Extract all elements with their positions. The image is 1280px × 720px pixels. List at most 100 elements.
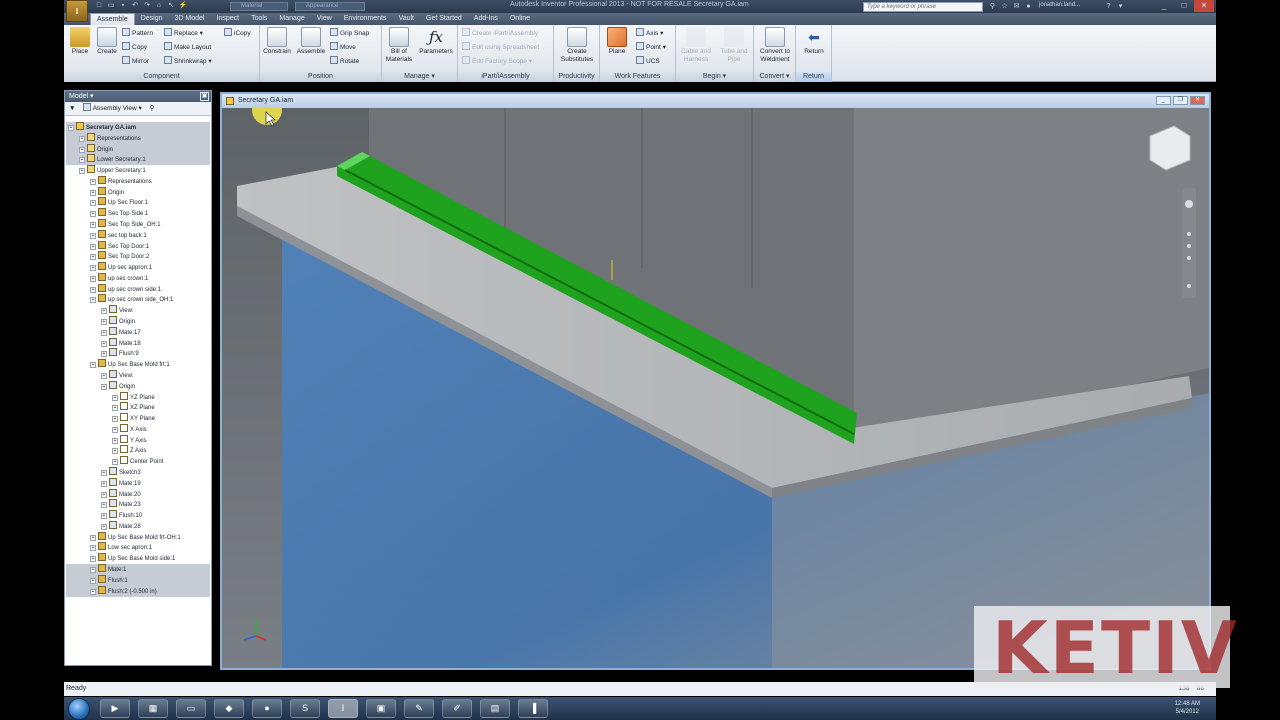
tree-node[interactable]: + Flush:9 <box>101 348 139 359</box>
expand-icon[interactable]: + <box>90 286 96 293</box>
expand-icon[interactable]: + <box>101 513 107 520</box>
mirror-button[interactable]: Mirror <box>122 56 149 67</box>
expand-icon[interactable]: + <box>79 146 85 153</box>
expand-icon[interactable]: + <box>90 556 96 563</box>
axis-button[interactable]: Axis ▾ <box>636 28 663 39</box>
tab-view[interactable]: View <box>311 13 338 25</box>
expand-icon[interactable]: + <box>90 200 96 207</box>
tree-node[interactable]: + Sec Top Door:2 <box>90 251 149 262</box>
user-icon[interactable]: ● <box>1024 2 1033 11</box>
skype-icon[interactable]: S <box>290 699 320 718</box>
expand-icon[interactable]: + <box>90 265 96 272</box>
expand-icon[interactable]: + <box>90 178 96 185</box>
expand-icon[interactable]: + <box>90 275 96 282</box>
redo-icon[interactable]: ↷ <box>142 1 152 11</box>
tree-node[interactable]: + Up Sec Base Mold side:1 <box>90 553 175 564</box>
image-viewer-icon[interactable]: ▤ <box>480 699 510 718</box>
media-player-icon[interactable]: ▶ <box>100 699 130 718</box>
expand-icon[interactable]: + <box>101 523 107 530</box>
tree-node[interactable]: + Upper Secretary:1 <box>79 165 146 176</box>
subscription-icon[interactable]: ☆ <box>1000 2 1009 11</box>
zoom-icon[interactable] <box>1187 244 1191 248</box>
tab-3d-model[interactable]: 3D Model <box>169 13 211 25</box>
tree-node[interactable]: + X Axis <box>112 423 147 435</box>
expand-icon[interactable]: + <box>101 383 107 390</box>
expand-icon[interactable]: + <box>79 168 85 175</box>
tab-add-ins[interactable]: Add-Ins <box>468 13 504 25</box>
firefox-icon[interactable]: ● <box>252 699 282 718</box>
tree-node[interactable]: + Low sec apron:1 <box>90 542 152 553</box>
tab-vault[interactable]: Vault <box>393 13 420 25</box>
place-button[interactable]: Place <box>68 27 92 56</box>
expand-icon[interactable]: + <box>101 372 107 379</box>
tab-assemble[interactable]: Assemble <box>90 13 135 25</box>
tree-node[interactable]: + Up sec appron:1 <box>90 262 152 273</box>
minimize-button[interactable]: _ <box>1154 0 1174 12</box>
expand-icon[interactable]: + <box>90 222 96 229</box>
communication-icon[interactable]: ✉ <box>1012 2 1021 11</box>
tree-node[interactable]: + Flush:1 <box>90 574 128 586</box>
assemble-button[interactable]: Assemble <box>296 27 326 56</box>
expand-icon[interactable]: + <box>112 405 118 412</box>
tree-node[interactable]: + Y Axis <box>112 434 147 446</box>
maximize-button[interactable]: □ <box>1174 0 1194 12</box>
expand-icon[interactable]: + <box>101 469 107 476</box>
tab-inspect[interactable]: Inspect <box>211 13 246 25</box>
expand-icon[interactable]: + <box>90 577 96 584</box>
bill-of-materials-button[interactable]: Bill of Materials <box>384 27 414 64</box>
update-icon[interactable]: ⚡ <box>178 1 188 11</box>
expand-icon[interactable]: + <box>90 588 96 595</box>
tree-node[interactable]: + Mate:1 <box>90 563 126 575</box>
inventor-icon[interactable]: I <box>328 699 358 718</box>
user-name[interactable]: jonathan.land... <box>1039 2 1080 8</box>
expand-icon[interactable]: + <box>90 545 96 552</box>
create-substitutes-button[interactable]: Create Substitutes <box>556 27 598 64</box>
expand-icon[interactable]: + <box>79 157 85 164</box>
new-icon[interactable]: □ <box>94 1 104 11</box>
tree-node[interactable]: + YZ Plane <box>112 391 155 403</box>
tab-online[interactable]: Online <box>504 13 536 25</box>
tree-node[interactable]: + Mate:18 <box>101 337 141 349</box>
save-icon[interactable]: ▪ <box>118 1 128 11</box>
expand-icon[interactable]: + <box>90 534 96 541</box>
cable-harness-button[interactable]: Cable and Harness <box>678 27 714 64</box>
tree-node[interactable]: + Sketch3 <box>101 466 141 478</box>
help-search-input[interactable]: Type a keyword or phrase <box>863 2 983 12</box>
filter-icon[interactable]: ▼ <box>69 105 75 112</box>
doc-restore-button[interactable]: ❐ <box>1173 96 1188 105</box>
tab-tools[interactable]: Tools <box>245 13 273 25</box>
pan-icon[interactable] <box>1187 232 1191 236</box>
grip-snap-button[interactable]: Grip Snap <box>330 28 369 39</box>
editor-icon[interactable]: ✐ <box>442 699 472 718</box>
home-icon[interactable]: ⌂ <box>154 1 164 11</box>
expand-icon[interactable]: + <box>68 125 74 131</box>
tab-environments[interactable]: Environments <box>338 13 393 25</box>
return-button[interactable]: ⬅ Return <box>798 27 830 56</box>
tree-node[interactable]: + Origin <box>90 186 124 198</box>
tree-node[interactable]: + Lower Secretary:1 <box>79 154 146 165</box>
convert-to-weldment-button[interactable]: Convert to Weldment <box>755 27 795 64</box>
undo-icon[interactable]: ↶ <box>130 1 140 11</box>
notes-icon[interactable]: ✎ <box>404 699 434 718</box>
replace-button[interactable]: Replace ▾ <box>164 28 203 39</box>
tree-node[interactable]: + Up Sec Floor:1 <box>90 197 148 208</box>
expand-icon[interactable]: + <box>90 189 96 196</box>
start-button[interactable] <box>68 698 90 720</box>
expand-icon[interactable]: + <box>101 329 107 336</box>
icopy-button[interactable]: iCopy <box>224 28 251 39</box>
edit-spreadsheet-button[interactable]: Edit using Spreadsheet <box>462 42 539 53</box>
expand-icon[interactable]: + <box>112 426 118 433</box>
appearance-dropdown[interactable]: Appearance <box>295 2 365 11</box>
expand-icon[interactable]: + <box>101 491 107 498</box>
expand-icon[interactable]: + <box>79 135 85 142</box>
application-menu-button[interactable]: I <box>66 0 88 22</box>
tree-node[interactable]: + Mate:19 <box>101 477 141 489</box>
open-icon[interactable]: ▭ <box>106 1 116 11</box>
tree-node[interactable]: + Origin <box>101 380 135 392</box>
rotate-button[interactable]: Rotate <box>330 56 359 67</box>
expand-icon[interactable]: + <box>112 416 118 423</box>
tree-node[interactable]: + Up Sec Base Mold frt:1 <box>90 359 170 370</box>
expand-icon[interactable]: + <box>90 232 96 239</box>
pin-icon[interactable]: ▣ <box>200 92 209 101</box>
expand-icon[interactable]: + <box>101 340 107 347</box>
